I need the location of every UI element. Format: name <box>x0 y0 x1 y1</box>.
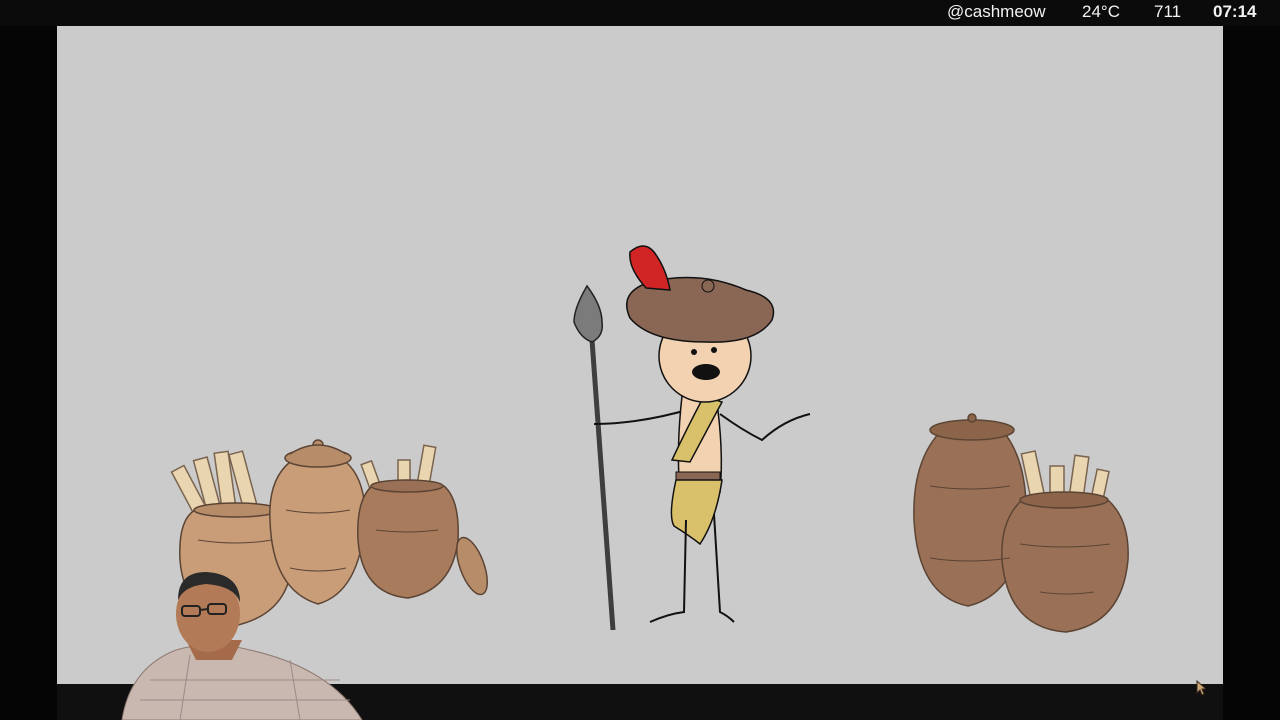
character-with-spear <box>573 245 811 631</box>
cartoon-scene <box>121 245 1129 720</box>
right-jar-group <box>913 413 1129 633</box>
mouse-cursor-icon <box>1196 680 1206 696</box>
spear-icon <box>589 339 616 631</box>
round-jar-icon <box>1001 499 1129 633</box>
jar-lid-icon <box>456 536 488 596</box>
feather-icon <box>629 245 671 291</box>
small-jar-icon <box>357 485 459 599</box>
